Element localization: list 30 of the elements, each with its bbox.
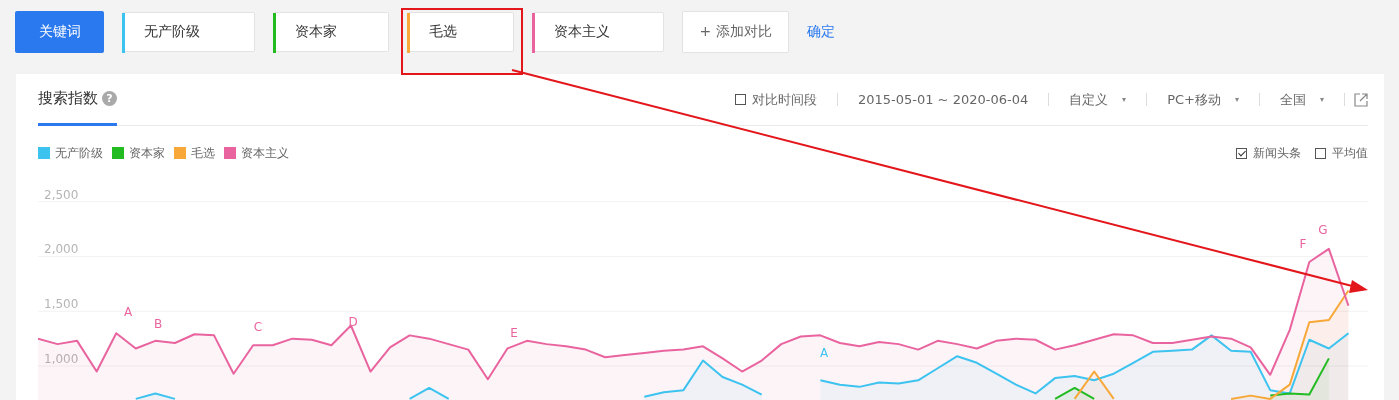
search-index-tab[interactable]: 搜索指数 ? <box>38 74 117 126</box>
checkbox-label[interactable]: 新闻头条 <box>1253 144 1301 162</box>
keyword-mode-button[interactable]: 关键词 <box>15 11 104 53</box>
axis-tick-label: 2,500 <box>44 187 79 202</box>
dropdown-label[interactable]: 自定义 <box>1069 90 1109 109</box>
legend-label: 资本主义 <box>241 144 289 162</box>
event-marker[interactable]: B <box>153 317 163 331</box>
confirm-link[interactable]: 确定 <box>807 23 835 41</box>
event-marker[interactable]: C <box>253 320 263 334</box>
event-marker[interactable]: E <box>510 326 518 340</box>
checkbox-label[interactable]: 对比时间段 <box>751 90 817 109</box>
keyword-chip[interactable]: 毛选 <box>407 12 514 52</box>
event-marker[interactable]: A <box>123 305 133 319</box>
date-range[interactable]: 2015-05-01 ~ 2020-06-04 <box>857 92 1029 107</box>
event-marker[interactable]: F <box>1299 237 1307 251</box>
keyword-chip[interactable]: 资本主义 <box>532 12 664 52</box>
add-comparison-button[interactable]: + 添加对比 <box>682 11 789 53</box>
legend-label: 资本家 <box>129 144 165 162</box>
dropdown-label[interactable]: 全国 <box>1280 90 1306 109</box>
axis-tick-label: 1,500 <box>44 297 79 312</box>
legend-label: 毛选 <box>191 144 215 162</box>
tab-label: 搜索指数 <box>38 89 98 108</box>
event-marker[interactable]: G <box>1318 223 1328 237</box>
keyword-chip[interactable]: 无产阶级 <box>122 12 255 52</box>
axis-tick-label: 1,000 <box>44 352 79 367</box>
keyword-chip[interactable]: 资本家 <box>273 12 389 52</box>
axis-tick-label: 2,000 <box>44 242 79 257</box>
dropdown-label[interactable]: PC+移动 <box>1167 90 1221 109</box>
legend-label: 无产阶级 <box>55 144 103 162</box>
checkbox-label[interactable]: 平均值 <box>1332 144 1368 162</box>
